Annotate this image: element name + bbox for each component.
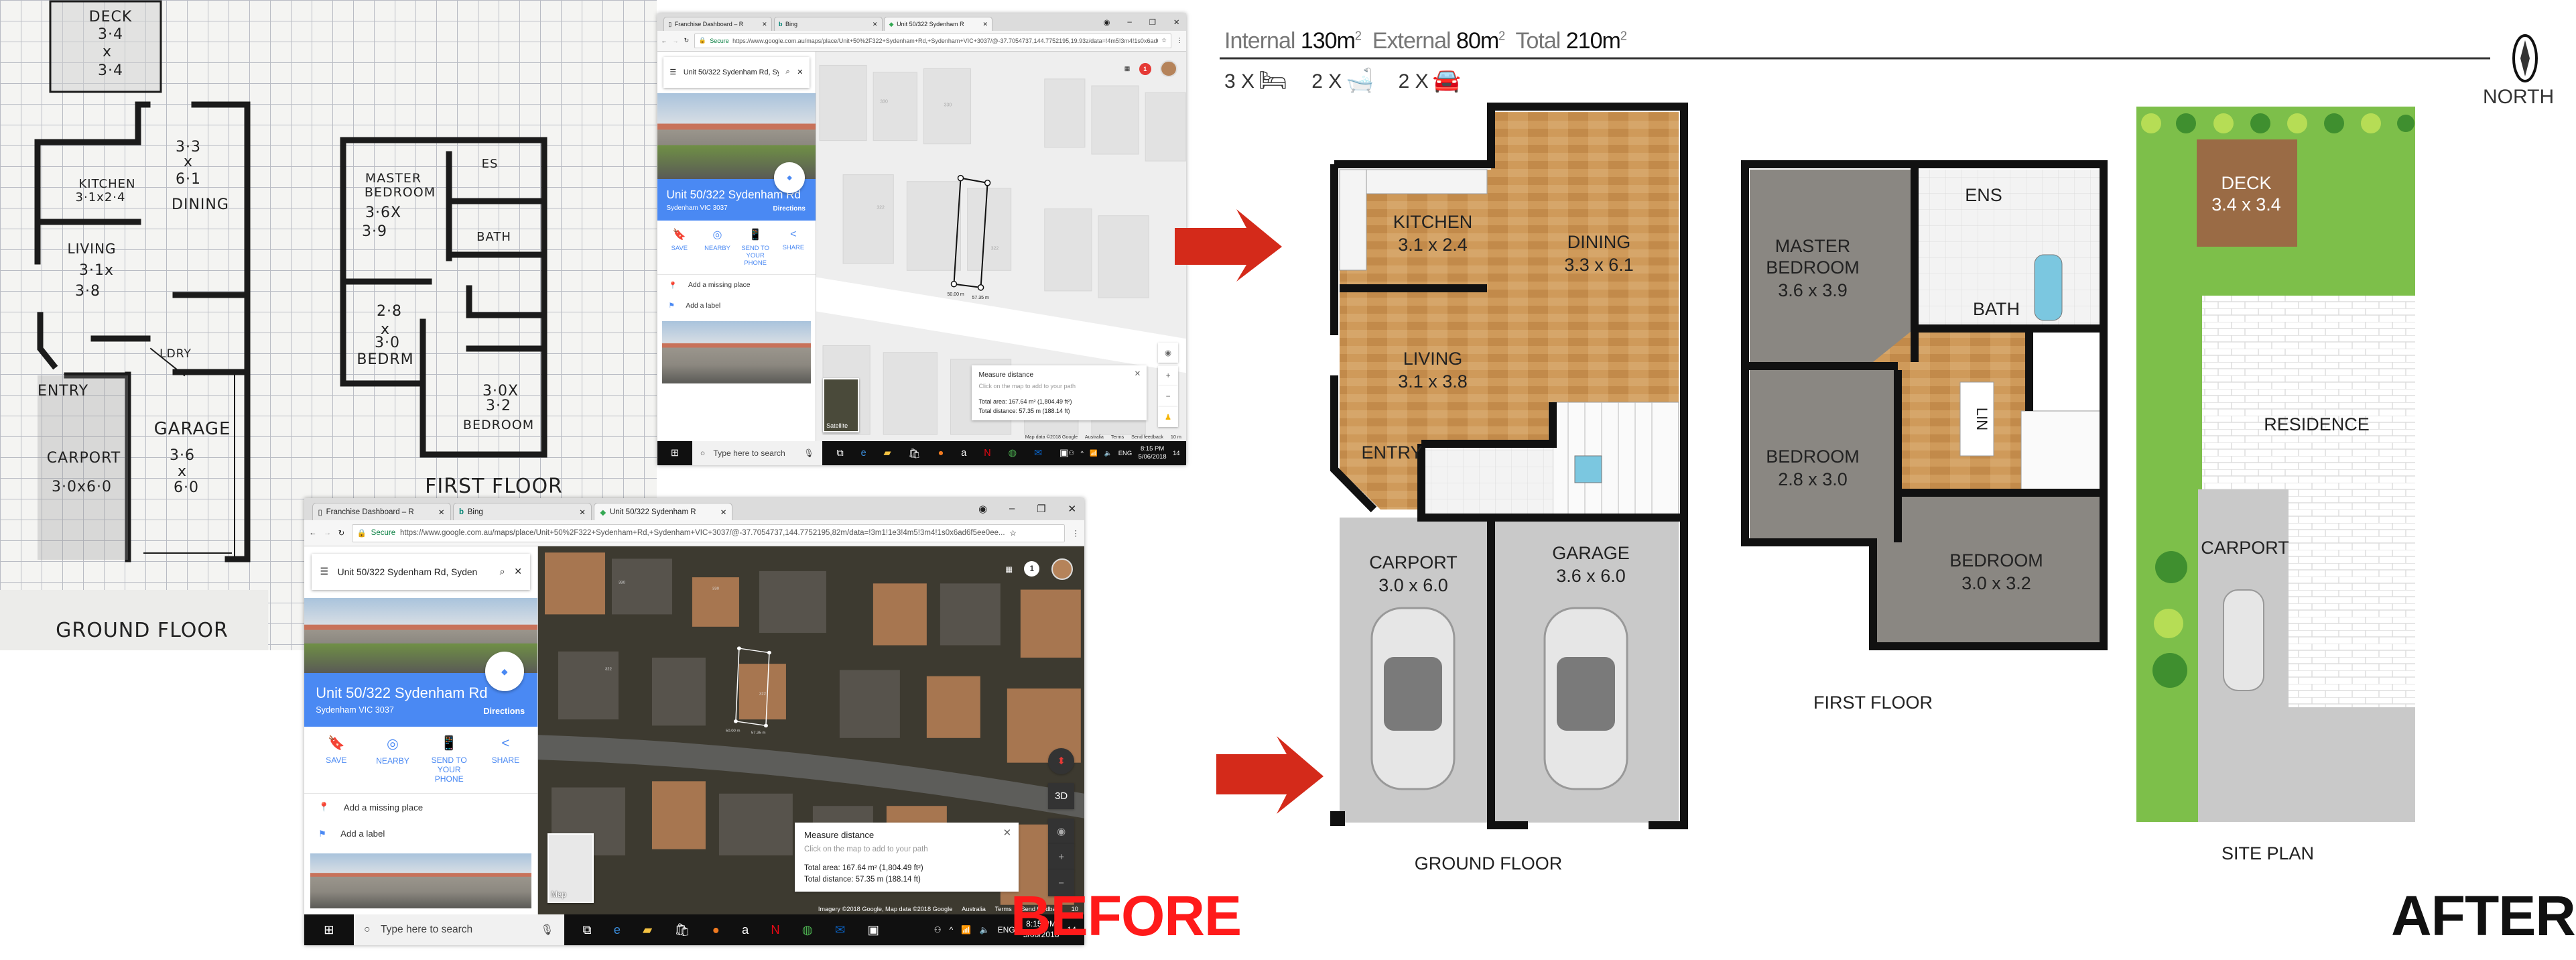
carport-dims: 3.0 x 6.0 (1378, 575, 1448, 595)
master-bedroom-dims: 3.6 x 3.9 (1778, 280, 1848, 300)
after-plans: KITCHEN 3.1 x 2.4 DINING 3.3 x 6.1 LIVIN… (1175, 34, 2538, 874)
kitchen-label: KITCHEN (1393, 212, 1473, 232)
kitchen-dims: 3.1 x 2.4 (1398, 235, 1468, 255)
laundry-wc (1421, 444, 1553, 518)
linen-label: LIN (1974, 408, 1990, 430)
bathtub (2034, 254, 2063, 321)
after-label: AFTER (2391, 884, 2576, 947)
deck-dims: 3.4 x 3.4 (2211, 194, 2281, 215)
carport-label: CARPORT (1369, 552, 1458, 573)
living-dims: 3.1 x 3.8 (1398, 371, 1468, 392)
dining-label: DINING (1567, 232, 1631, 252)
dining-dims: 3.3 x 6.1 (1564, 255, 1634, 275)
first-floor-title: FIRST FLOOR (1813, 693, 1933, 713)
car-icon (2223, 589, 2264, 691)
red-arrow-icon (1216, 736, 1324, 814)
garage-label: GARAGE (1552, 543, 1630, 563)
car-icon (1543, 607, 1628, 790)
site-plan: DECK 3.4 x 3.4 RESIDENCE CARPORT SITE PL… (2136, 107, 2415, 863)
bedroom-2-dims: 2.8 x 3.0 (1778, 469, 1848, 489)
laundry-tub (1574, 455, 1602, 483)
north-compass-icon (2512, 34, 2538, 82)
entry-label: ENTRY (1361, 442, 1422, 463)
master-bedroom-label-2: BEDROOM (1766, 257, 1860, 278)
car-icon (1370, 607, 1456, 790)
kitchen-counter (1366, 169, 1488, 194)
garage-dims: 3.6 x 6.0 (1556, 566, 1626, 586)
ground-floor-title: GROUND FLOOR (1415, 853, 1563, 874)
first-floor-plan: MASTER BEDROOM 3.6 x 3.9 ENS BATH LIN BE… (1741, 160, 2108, 713)
red-arrow-icon (1175, 209, 1282, 282)
master-bedroom-label: MASTER (1775, 236, 1851, 256)
ensuite-label: ENS (1965, 185, 2002, 205)
staircase (1552, 402, 1679, 518)
bedroom-3-dims: 3.0 x 3.2 (1961, 573, 2031, 593)
kitchen-counter (1339, 169, 1367, 271)
site-plan-title: SITE PLAN (2221, 843, 2314, 863)
bedroom-3-label: BEDROOM (1949, 550, 2043, 571)
bath-label: BATH (1973, 299, 2020, 319)
bedroom-2-label: BEDROOM (1766, 446, 1860, 467)
deck (2197, 139, 2297, 247)
driveway (2198, 707, 2415, 822)
site-carport-label: CARPORT (2201, 538, 2289, 558)
residence-label: RESIDENCE (2264, 414, 2370, 434)
living-label: LIVING (1403, 349, 1463, 369)
deck-label: DECK (2221, 173, 2271, 193)
ground-floor-plan: KITCHEN 3.1 x 2.4 DINING 3.3 x 6.1 LIVIN… (1330, 103, 1688, 874)
